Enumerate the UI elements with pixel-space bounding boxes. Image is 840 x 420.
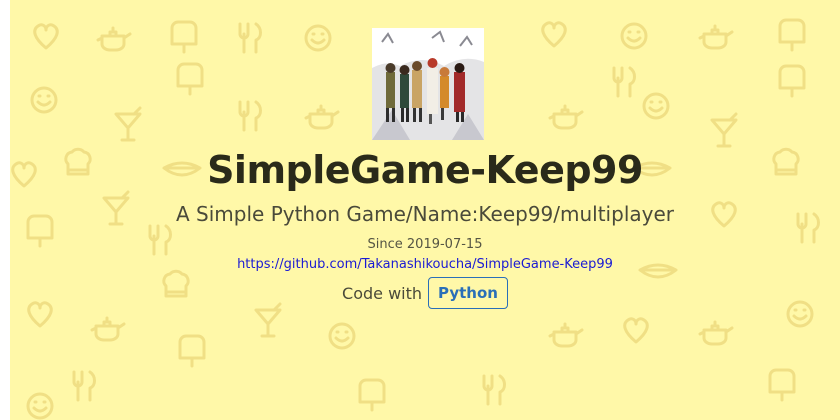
language-badge-python[interactable]: Python <box>428 277 508 309</box>
browser-viewport: SimpleGame-Keep99 A Simple Python Game/N… <box>0 0 840 420</box>
project-header: SimpleGame-Keep99 A Simple Python Game/N… <box>10 0 840 420</box>
project-since-date: Since 2019-07-15 <box>367 237 483 252</box>
left-gutter <box>0 0 10 420</box>
project-page: SimpleGame-Keep99 A Simple Python Game/N… <box>10 0 840 420</box>
project-title: SimpleGame-Keep99 <box>207 148 643 192</box>
project-subtitle: A Simple Python Game/Name:Keep99/multipl… <box>176 202 674 226</box>
code-with-label: Code with <box>342 283 423 303</box>
github-repo-link[interactable]: https://github.com/Takanashikoucha/Simpl… <box>10 256 840 274</box>
project-avatar-image <box>372 28 484 140</box>
code-with-row: Code with Python <box>10 275 840 311</box>
